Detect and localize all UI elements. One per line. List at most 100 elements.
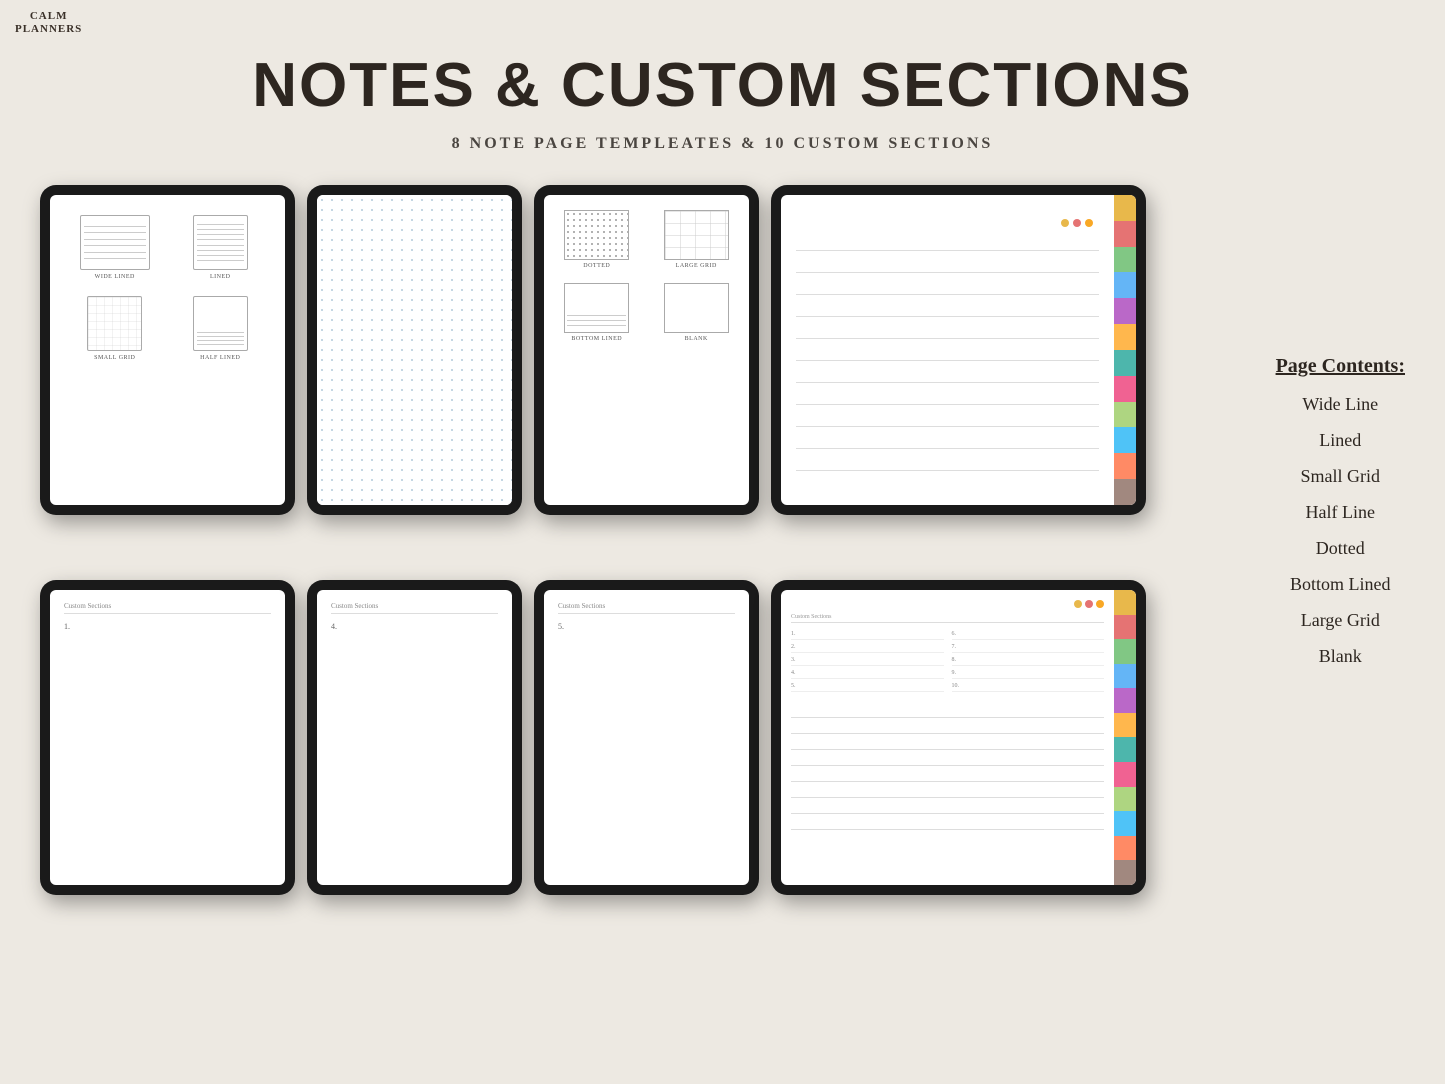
small-grid-label: SMALL GRID [94,355,135,361]
cl-item-9: 9. [952,670,1105,679]
tab-orange [1114,324,1136,350]
custom-section-page-3: Custom Sections 5. [544,590,749,647]
tab-brown [1114,479,1136,505]
cl-tab-salmon [1114,836,1136,861]
tablet-screen-1: WIDE LINED LINED [50,195,285,505]
custom-last-container: Custom Sections 1. 6. 2. 7. 3. 8. 4. 9. … [781,590,1136,885]
lined-label: LINED [210,274,231,280]
bottom-lined-type-item: BOTTOM LINED [554,283,640,342]
tablet-screen-3: DOTTED LARGE GRID [544,195,749,505]
tab-purple [1114,298,1136,324]
large-grid-type-box [664,210,729,260]
cl-tab-lightblue [1114,811,1136,836]
tablet-screen-4 [781,195,1136,505]
cl-item-7: 7. [952,644,1105,653]
cl-tab-yellow [1114,590,1136,615]
cl-title: Custom Sections [791,614,1104,623]
bottom-lined-type-box [564,283,629,333]
lined-content [781,195,1114,505]
logo-line2: PLANNERS [15,23,82,36]
cl-item-3: 3. [791,657,944,666]
logo-line1: CALM [15,10,82,23]
page-title: NOTES & CUSTOM SECTIONS [0,50,1445,121]
cl-tab-red [1114,615,1136,640]
dotted-type-label: DOTTED [583,263,610,269]
tab-red [1114,221,1136,247]
cl-icon-orange [1096,600,1104,608]
dotted-type-item: DOTTED [554,210,640,269]
custom-last-content: Custom Sections 1. 6. 2. 7. 3. 8. 4. 9. … [781,590,1114,885]
note-types-grid: DOTTED LARGE GRID [544,195,749,357]
top-icon-orange [1085,219,1093,227]
cl-item-1: 1. [791,631,944,640]
cl-item-10: 10. [952,683,1105,692]
cl-item-4: 4. [791,670,944,679]
note-grid: WIDE LINED LINED [50,195,285,381]
tablet-custom-4: Custom Sections 1. 6. 2. 7. 3. 8. 4. 9. … [771,580,1146,895]
half-lined-label: HALF LINED [200,355,240,361]
tablet-screen-6: Custom Sections 4. [317,590,512,885]
tab-blue [1114,272,1136,298]
lined-item: LINED [176,215,266,280]
lined-box [193,215,248,270]
wide-lined-item: WIDE LINED [70,215,160,280]
wide-lined-box [80,215,150,270]
cl-item-2: 2. [791,644,944,653]
cl-numbered-grid: 1. 6. 2. 7. 3. 8. 4. 9. 5. 10. [791,631,1104,692]
tab-lightgreen [1114,402,1136,428]
cl-tab-brown [1114,860,1136,885]
cs-title-3: Custom Sections [558,602,735,614]
cl-tabs-sidebar [1114,590,1136,885]
small-grid-item: SMALL GRID [70,296,160,361]
lined-page-container [781,195,1136,505]
custom-section-page-1: Custom Sections 1. [50,590,285,647]
tab-green [1114,247,1136,273]
tabs-sidebar [1114,195,1136,505]
dotted-page [317,195,512,505]
large-grid-type-item: LARGE GRID [654,210,740,269]
blank-type-label: BLANK [685,336,708,342]
tablet-note-types: DOTTED LARGE GRID [534,185,759,515]
half-lined-box [193,296,248,351]
cl-tab-lightgreen [1114,787,1136,812]
cs-number-2: 4. [331,622,498,631]
tablet-custom-2: Custom Sections 4. [307,580,522,895]
top-icon-red [1073,219,1081,227]
page-subtitle: 8 NOTE PAGE TEMPLEATES & 10 CUSTOM SECTI… [0,135,1445,153]
tablet-screen-7: Custom Sections 5. [544,590,749,885]
contents-item-2: Lined [1276,422,1405,458]
half-lined-item: HALF LINED [176,296,266,361]
cl-item-6: 6. [952,631,1105,640]
cl-icon-yellow [1074,600,1082,608]
contents-item-7: Large Grid [1276,602,1405,638]
tablet-screen-2 [317,195,512,505]
tablet-custom-1: Custom Sections 1. [40,580,295,895]
contents-item-1: Wide Line [1276,386,1405,422]
cl-tab-purple [1114,688,1136,713]
top-icon-yellow [1061,219,1069,227]
page-contents: Page Contents: Wide Line Lined Small Gri… [1276,355,1405,674]
tablet-screen-8: Custom Sections 1. 6. 2. 7. 3. 8. 4. 9. … [781,590,1136,885]
tab-yellow [1114,195,1136,221]
large-grid-type-label: LARGE GRID [676,263,717,269]
contents-item-8: Blank [1276,638,1405,674]
cs-title-2: Custom Sections [331,602,498,614]
page-contents-title: Page Contents: [1276,355,1405,378]
contents-item-6: Bottom Lined [1276,566,1405,602]
tablets-row-1: WIDE LINED LINED [40,185,1146,515]
cl-item-8: 8. [952,657,1105,666]
tab-pink [1114,376,1136,402]
tablet-note-overview: WIDE LINED LINED [40,185,295,515]
cl-tab-teal [1114,737,1136,762]
cl-tab-blue [1114,664,1136,689]
blank-type-item: BLANK [654,283,740,342]
cl-tab-pink [1114,762,1136,787]
wide-lined-label: WIDE LINED [95,274,135,280]
tablets-row-2: Custom Sections 1. Custom Sections 4. Cu… [40,580,1146,895]
tablet4-top-icons [796,215,1099,229]
logo: CALM PLANNERS [15,10,82,36]
cl-icon-red [1085,600,1093,608]
contents-item-4: Half Line [1276,494,1405,530]
blank-type-box [664,283,729,333]
contents-item-5: Dotted [1276,530,1405,566]
